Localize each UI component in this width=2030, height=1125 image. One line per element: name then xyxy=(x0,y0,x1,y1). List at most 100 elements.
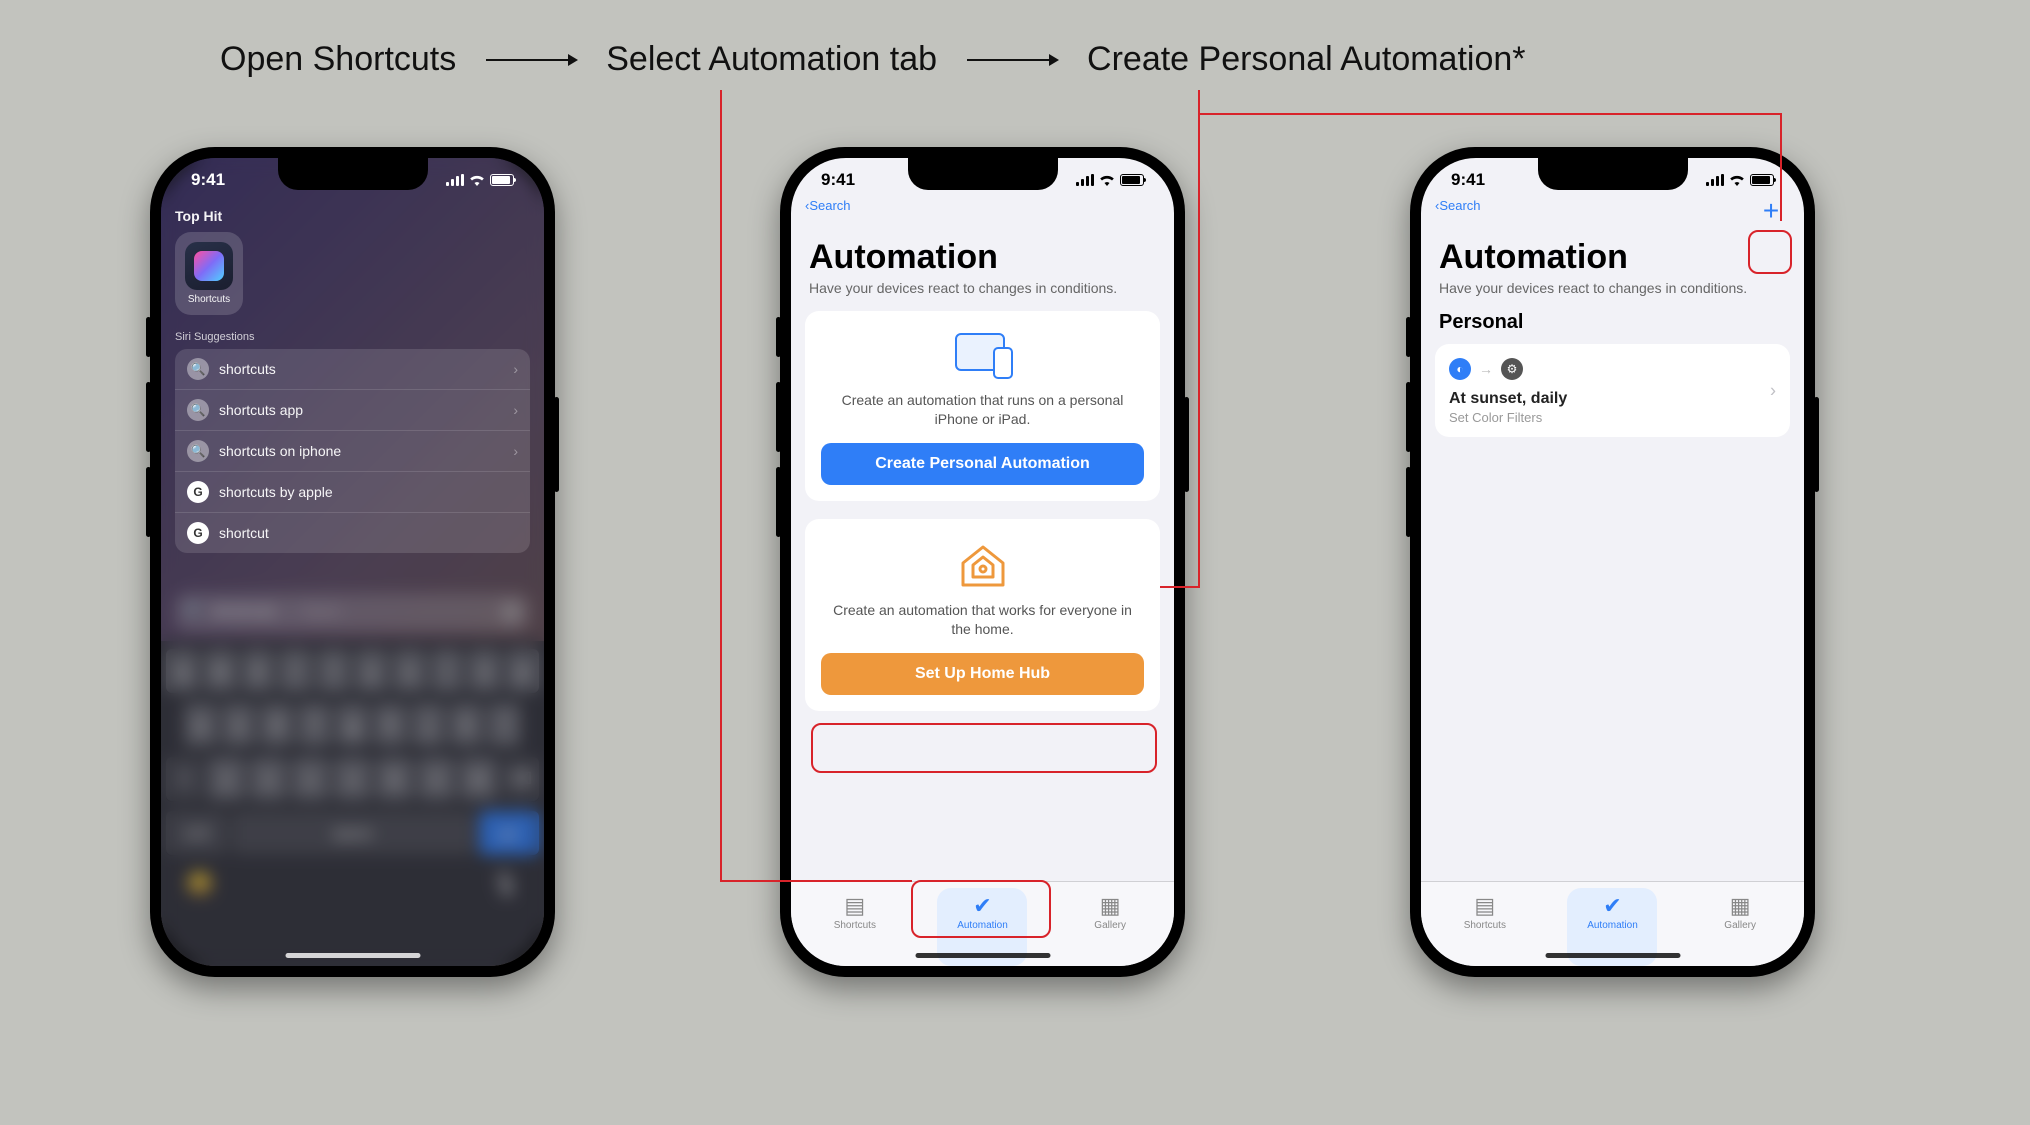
search-value: shortcuts xyxy=(211,603,276,621)
step-1-label: Open Shortcuts xyxy=(220,40,456,79)
clock-icon: ◐ xyxy=(1449,358,1471,380)
gear-icon: ⚙ xyxy=(1501,358,1523,380)
key[interactable]: c xyxy=(292,757,329,801)
spotlight-search-input[interactable]: 🔍 shortcuts — Open ✕ xyxy=(175,593,530,631)
back-search-button[interactable]: ‹ Search xyxy=(1435,198,1481,213)
status-time: 9:41 xyxy=(1451,170,1485,190)
key[interactable]: f xyxy=(298,703,331,747)
tab-shortcuts[interactable]: ▤Shortcuts xyxy=(1440,888,1530,966)
tab-gallery[interactable]: ▦Gallery xyxy=(1695,888,1785,966)
suggestion-item[interactable]: Gshortcut xyxy=(175,513,530,553)
automation-icon-row: ◐ → ⚙ xyxy=(1449,358,1776,380)
key[interactable]: o xyxy=(468,649,501,693)
battery-icon xyxy=(490,174,514,186)
key[interactable]: u xyxy=(393,649,426,693)
mic-icon[interactable]: 🎙 xyxy=(491,871,519,897)
back-search-button[interactable]: ‹ Search xyxy=(805,198,851,213)
suggestion-item[interactable]: Gshortcuts by apple xyxy=(175,472,530,513)
search-icon: 🔍 xyxy=(187,358,209,380)
top-hit-label: Top Hit xyxy=(175,208,530,224)
search-hint: — Open xyxy=(282,603,342,621)
shift-key[interactable]: ⇧ xyxy=(166,757,203,801)
chevron-right-icon: › xyxy=(513,443,518,459)
key[interactable]: g xyxy=(336,703,369,747)
home-icon xyxy=(957,541,1009,589)
clear-icon[interactable]: ✕ xyxy=(502,603,520,621)
key[interactable]: p xyxy=(506,649,539,693)
key[interactable]: a xyxy=(184,703,217,747)
suggestion-item[interactable]: 🔍shortcuts on iphone› xyxy=(175,431,530,472)
home-desc: Create an automation that works for ever… xyxy=(825,601,1140,639)
home-indicator[interactable] xyxy=(915,953,1050,958)
key[interactable]: s xyxy=(222,703,255,747)
page-subtitle: Have your devices react to changes in co… xyxy=(809,279,1156,297)
suggestion-text: shortcut xyxy=(219,525,269,541)
search-icon: 🔍 xyxy=(185,602,205,622)
tab-gallery[interactable]: ▦Gallery xyxy=(1065,888,1155,966)
signal-icon xyxy=(1706,174,1724,186)
section-personal: Personal xyxy=(1439,311,1786,334)
key[interactable]: v xyxy=(334,757,371,801)
key[interactable]: r xyxy=(279,649,312,693)
tab-shortcuts[interactable]: ▤Shortcuts xyxy=(810,888,900,966)
key[interactable]: n xyxy=(418,757,455,801)
key[interactable]: j xyxy=(412,703,445,747)
step-2-label: Select Automation tab xyxy=(606,40,937,79)
go-key[interactable]: go xyxy=(479,811,540,855)
status-icons xyxy=(1076,174,1144,186)
top-hit-app-label: Shortcuts xyxy=(188,294,230,305)
status-icons xyxy=(446,174,514,186)
phone-2: 9:41 ‹ Search Automation Have your devic… xyxy=(780,147,1185,977)
automation-title: At sunset, daily xyxy=(1449,390,1776,408)
chevron-right-icon: › xyxy=(1770,380,1776,401)
key[interactable]: l xyxy=(488,703,521,747)
suggestion-item[interactable]: 🔍shortcuts app› xyxy=(175,390,530,431)
search-icon: 🔍 xyxy=(187,399,209,421)
suggestion-text: shortcuts app xyxy=(219,402,303,418)
battery-icon xyxy=(1750,174,1774,186)
automation-subtitle: Set Color Filters xyxy=(1449,410,1776,425)
stack-icon: ▤ xyxy=(1474,894,1495,918)
key[interactable]: k xyxy=(450,703,483,747)
emoji-icon[interactable]: 😀 xyxy=(186,871,213,897)
numbers-key[interactable]: 123 xyxy=(166,811,227,855)
automation-item[interactable]: ◐ → ⚙ At sunset, daily Set Color Filters… xyxy=(1435,344,1790,437)
space-key[interactable]: space xyxy=(232,811,474,855)
setup-home-hub-button[interactable]: Set Up Home Hub xyxy=(821,653,1144,695)
wifi-icon xyxy=(1729,174,1745,186)
wifi-icon xyxy=(469,174,485,186)
key[interactable]: m xyxy=(460,757,497,801)
suggestion-item[interactable]: 🔍 shortcuts › xyxy=(175,349,530,390)
key[interactable]: e xyxy=(242,649,275,693)
home-indicator[interactable] xyxy=(1545,953,1680,958)
home-indicator[interactable] xyxy=(285,953,420,958)
suggestion-text: shortcuts xyxy=(219,361,276,377)
key[interactable]: z xyxy=(208,757,245,801)
gallery-icon: ▦ xyxy=(1100,894,1121,918)
step-3-label: Create Personal Automation* xyxy=(1087,40,1525,79)
key[interactable]: b xyxy=(376,757,413,801)
key[interactable]: d xyxy=(260,703,293,747)
gallery-icon: ▦ xyxy=(1730,894,1751,918)
battery-icon xyxy=(1120,174,1144,186)
key[interactable]: t xyxy=(317,649,350,693)
shortcuts-app-icon xyxy=(185,242,233,290)
key[interactable]: i xyxy=(431,649,464,693)
key[interactable]: y xyxy=(355,649,388,693)
phone-1: 9:41 Top Hit Shortcuts Siri Suggestions xyxy=(150,147,555,977)
chevron-right-icon: › xyxy=(513,361,518,377)
key[interactable]: w xyxy=(204,649,237,693)
key[interactable]: h xyxy=(374,703,407,747)
key[interactable]: q xyxy=(166,649,199,693)
devices-icon xyxy=(951,333,1015,379)
siri-suggestions-label: Siri Suggestions xyxy=(175,331,530,343)
key[interactable]: x xyxy=(250,757,287,801)
arrow-icon xyxy=(486,59,576,61)
google-icon: G xyxy=(187,481,209,503)
top-hit-app[interactable]: Shortcuts xyxy=(175,232,243,315)
personal-automation-card: Create an automation that runs on a pers… xyxy=(805,311,1160,501)
phone-3: 9:41 ‹ Search + Automation Have your dev… xyxy=(1410,147,1815,977)
create-personal-automation-button[interactable]: Create Personal Automation xyxy=(821,443,1144,485)
backspace-key[interactable]: ⌫ xyxy=(502,757,539,801)
suggestion-text: shortcuts on iphone xyxy=(219,443,341,459)
